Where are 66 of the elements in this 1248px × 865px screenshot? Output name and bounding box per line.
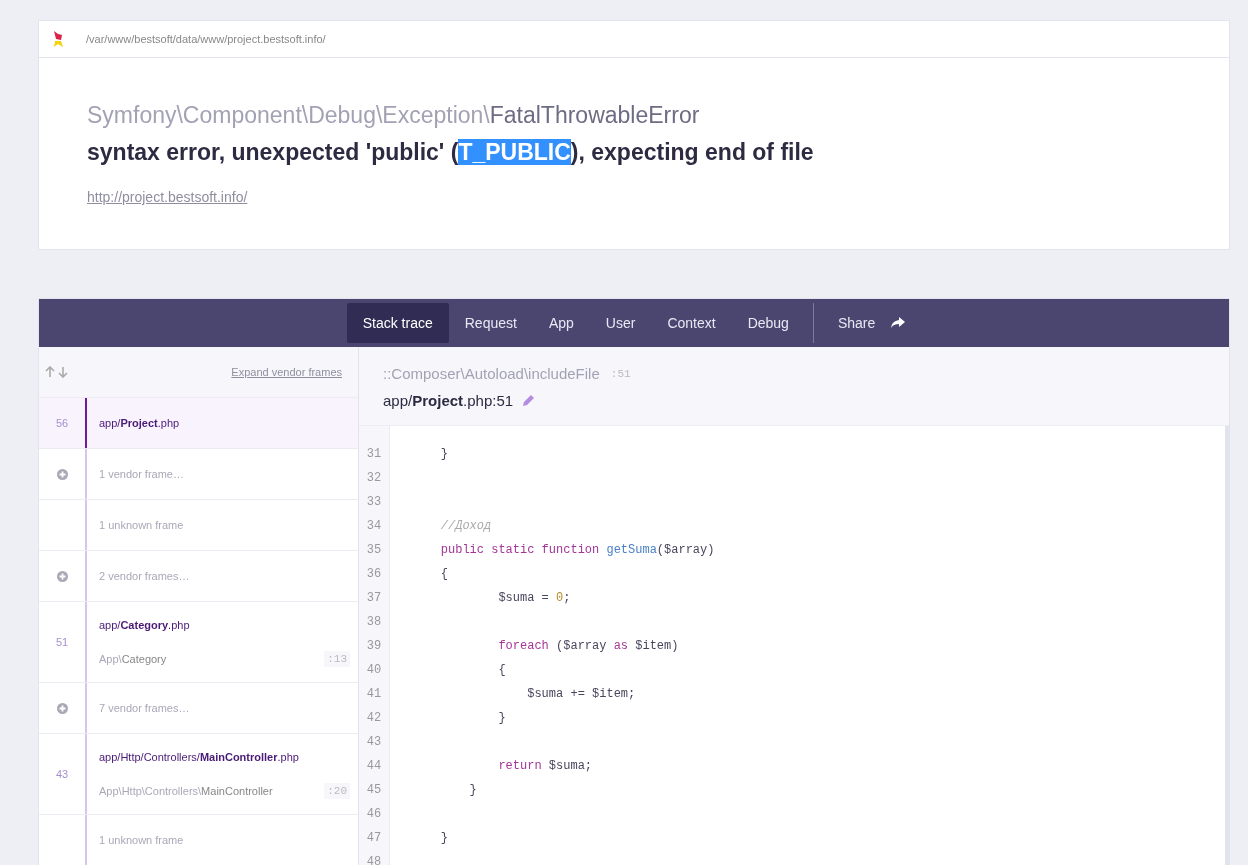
frame-number: 56: [55, 415, 69, 431]
tab[interactable]: Request: [448, 303, 533, 343]
stack-frame[interactable]: 56 app/Project.php: [39, 398, 358, 449]
frame-label: 1 unknown frame: [99, 517, 185, 533]
tab[interactable]: App: [532, 303, 590, 343]
tab[interactable]: User: [589, 303, 652, 343]
tab[interactable]: Debug: [731, 303, 805, 343]
expand-icon: [56, 468, 68, 480]
frame-method: ::Composer\Autoload\includeFile: [383, 364, 600, 384]
line-number: 47: [365, 830, 383, 847]
code-line: }: [497, 710, 507, 727]
code-line: //Доход: [439, 518, 493, 535]
frame-file: app/Http/Controllers/MainController.php: [99, 750, 300, 765]
line-number: 39: [365, 638, 383, 655]
frame-label: 1 vendor frame…: [99, 466, 185, 482]
code-line: public static function getSuma($array): [439, 542, 716, 559]
code-line: return $suma;: [497, 758, 594, 775]
line-number: 44: [365, 758, 383, 775]
line-number: 35: [365, 542, 383, 559]
tab[interactable]: Context: [651, 303, 732, 343]
code-line: {: [439, 566, 449, 583]
line-number: 32: [365, 470, 383, 487]
frame-label: 7 vendor frames…: [99, 700, 191, 716]
line-number: 45: [365, 782, 383, 799]
line-number: 42: [365, 710, 383, 727]
pencil-icon[interactable]: [521, 393, 536, 408]
code-line: {: [497, 662, 507, 679]
code-line: foreach ($array as $item): [497, 638, 680, 655]
frame-label: 2 vendor frames…: [99, 568, 191, 584]
line-number: :20: [324, 782, 350, 799]
line-number: 37: [365, 590, 383, 607]
line-number: 38: [365, 614, 383, 631]
line-number: 48: [365, 854, 383, 865]
code-line: $suma += $item;: [526, 686, 637, 703]
line-number: 40: [365, 662, 383, 679]
line-number: 41: [365, 686, 383, 703]
code-line: }: [468, 782, 478, 799]
code-line: }: [439, 830, 449, 847]
stack-frame[interactable]: 43 app/Http/Controllers/MainController.php App\Http\Controllers\MainController :20: [39, 734, 358, 815]
frame-file: app/Project.php:51: [383, 390, 514, 411]
file-path: /var/www/bestsoft/data/www/project.bestsoft.info/: [86, 31, 326, 47]
line-number: 43: [365, 734, 383, 751]
line-number: :13: [324, 650, 350, 667]
logo-icon: [53, 30, 64, 48]
share-button[interactable]: Share: [821, 303, 922, 343]
frame-file: app/Category.php: [99, 618, 191, 633]
frame-class: App\Http\Controllers\MainController: [99, 783, 273, 799]
share-arrow-icon: [891, 317, 906, 329]
arrows-icon[interactable]: [45, 366, 69, 378]
code-line: }: [439, 446, 449, 463]
tab[interactable]: Stack trace: [346, 303, 449, 343]
line-number: 31: [365, 446, 383, 463]
line-number: 46: [365, 806, 383, 823]
exception-class: Symfony\Component\Debug\Exception\FatalThrowableError: [87, 101, 701, 130]
line-number: 33: [365, 494, 383, 511]
frame-label: 1 unknown frame: [99, 832, 185, 848]
frame-number: 51: [55, 634, 69, 650]
frame-number: 43: [55, 766, 69, 782]
code-line: $suma = 0;: [497, 590, 572, 607]
frame-file: app/Project.php: [99, 415, 181, 431]
line-number: 34: [365, 518, 383, 535]
line-number: 36: [365, 566, 383, 583]
expand-icon: [56, 702, 68, 714]
stack-frame[interactable]: 51 app/Category.php App\Category :13: [39, 602, 358, 683]
frame-class: App\Category: [99, 651, 167, 667]
expand-icon: [56, 570, 68, 582]
